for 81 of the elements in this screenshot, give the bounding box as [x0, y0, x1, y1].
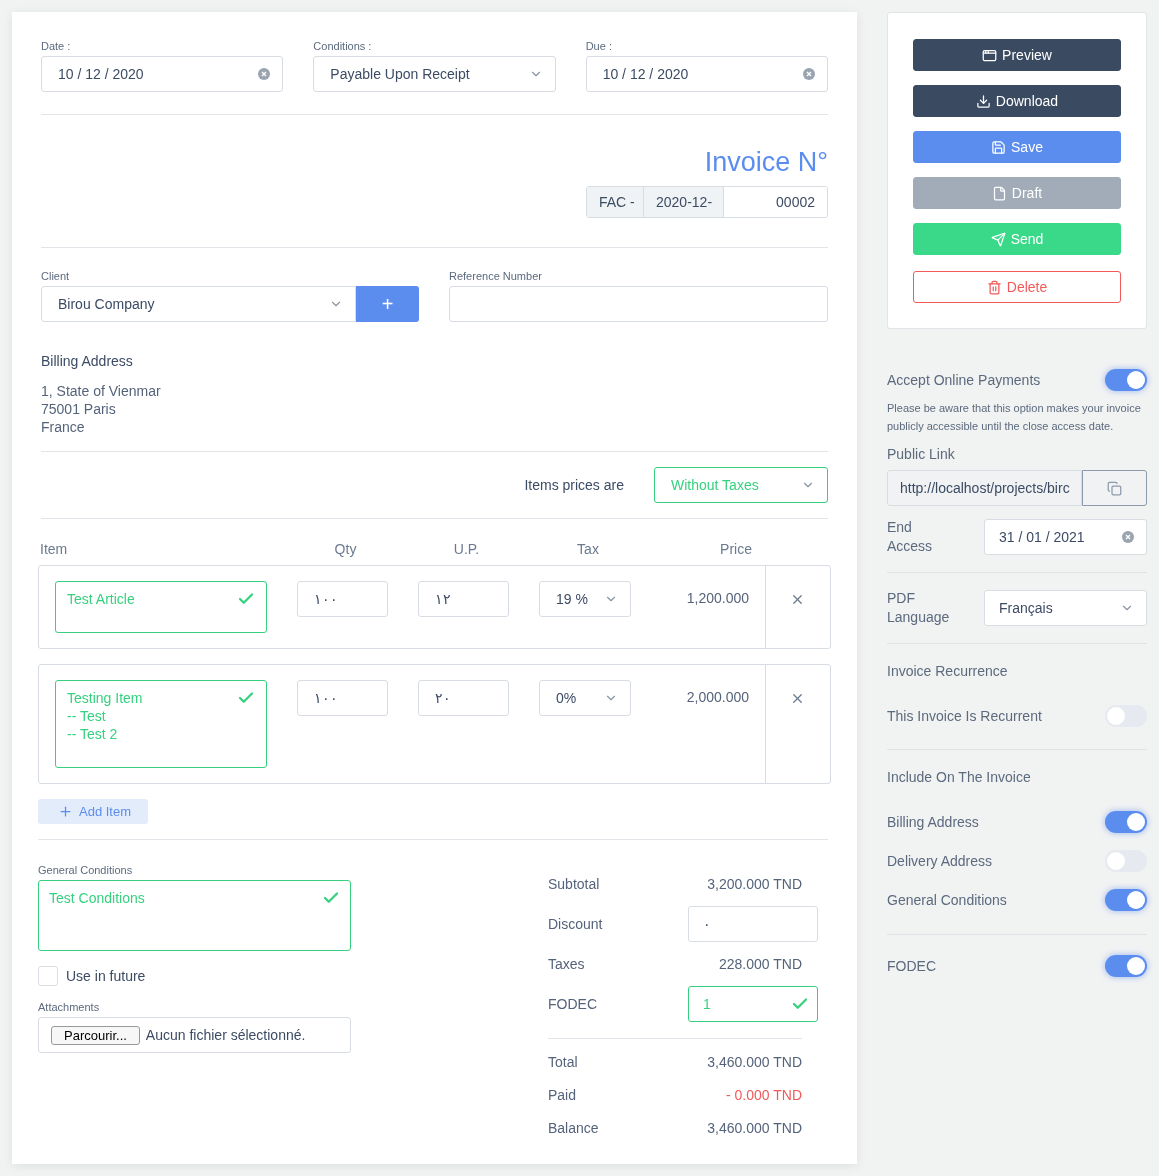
clear-icon[interactable] [803, 68, 815, 80]
column-header: Tax [577, 541, 599, 558]
column-header: Price [720, 541, 752, 558]
setting-label: End Access [887, 518, 934, 556]
tax-select[interactable]: 19 % [539, 581, 631, 618]
prices-label: Items prices are [524, 476, 624, 495]
setting-label: Accept Online Payments [887, 370, 1041, 390]
client-select[interactable]: Birou Company [41, 286, 356, 323]
total-value: 3,460.000 TND [706, 1053, 803, 1070]
setting-label: Billing Address [887, 812, 979, 832]
quantity-field[interactable]: ١٠٠ [297, 680, 388, 717]
toggle-switch[interactable] [1105, 369, 1147, 391]
setting-label: General Conditions [887, 890, 1007, 910]
plus-icon [58, 804, 73, 820]
column-header: Qty [334, 541, 357, 558]
field-label: Reference Number [449, 270, 543, 283]
toggle-switch[interactable] [1105, 955, 1147, 977]
total-value: - 0.000 TND [725, 1086, 803, 1103]
copy-button[interactable] [1082, 470, 1147, 506]
quantity-field[interactable]: ١٠٠ [297, 581, 388, 618]
field-label: Due : [585, 40, 613, 52]
window-icon [982, 47, 998, 63]
column-header: Item [40, 541, 68, 558]
file-field[interactable]: Parcourir... Aucun fichier sélectionné. [38, 1017, 351, 1053]
document-icon [991, 185, 1007, 201]
toggle-switch[interactable] [1105, 850, 1147, 872]
toggle-switch[interactable] [1105, 811, 1147, 833]
send-icon [990, 231, 1006, 247]
total-label: Taxes [548, 955, 586, 974]
unit-price-field[interactable]: ١٢ [418, 581, 509, 618]
field-label: Conditions : [313, 40, 373, 52]
checkbox-label: Use in future [66, 967, 146, 985]
invoice-title: Invoice N° [704, 147, 828, 178]
total-label: Paid [548, 1085, 578, 1105]
download-button[interactable]: Download [913, 85, 1121, 117]
total-value: 3,460.000 TND [706, 1119, 803, 1136]
setting-label: Delivery Address [887, 851, 993, 871]
browse-button[interactable]: Parcourir... [51, 1025, 140, 1045]
setting-label: Public Link [887, 445, 956, 464]
setting-label: This Invoice Is Recurrent [887, 706, 1042, 726]
setting-label: FODEC [887, 956, 936, 976]
clear-icon[interactable] [258, 68, 271, 80]
address-line: 1, State of Vienmar [41, 382, 162, 401]
info-note: Please be aware that this option makes your invoice publicly accessible until the close access date. [887, 401, 1142, 434]
billing-address-title: Billing Address [41, 352, 134, 371]
section-title: Invoice Recurrence [887, 662, 1009, 681]
unit-price-field[interactable]: ٢٠ [418, 680, 509, 717]
language-select[interactable]: Français [984, 590, 1147, 626]
copy-icon [1107, 480, 1122, 496]
date-field[interactable]: 10 / 12 / 2020 [41, 56, 284, 92]
field-label: Date : [41, 40, 72, 52]
date-field[interactable]: 10 / 12 / 2020 [585, 56, 828, 92]
total-label: Balance [548, 1118, 600, 1138]
total-label: Total [548, 1052, 579, 1072]
checkbox[interactable] [38, 966, 58, 986]
public-link-field[interactable]: http://localhost/projects/birc [887, 470, 1082, 506]
conditions-select[interactable]: Payable Upon Receipt [313, 56, 556, 92]
tax-select[interactable]: 0% [539, 680, 631, 717]
address-line: 75001 Paris [41, 400, 117, 419]
field-label: Attachments [38, 1001, 101, 1013]
toggle-switch[interactable] [1105, 705, 1147, 727]
total-value: 3,200.000 TND [706, 876, 803, 892]
total-label: Subtotal [548, 875, 601, 894]
total-value: 228.000 TND [718, 956, 803, 972]
field-label: Client [41, 270, 71, 283]
field-label: General Conditions [38, 864, 134, 876]
preview-button[interactable]: Preview [913, 39, 1121, 71]
address-line: France [41, 418, 86, 437]
download-icon [975, 93, 991, 109]
item-price: 1,200.000 [685, 589, 749, 607]
column-header: U.P. [453, 541, 480, 558]
date-field[interactable]: 31 / 01 / 2021 [984, 519, 1147, 555]
section-title: Include On The Invoice [887, 768, 1032, 787]
amount-field[interactable]: ٠ [688, 906, 818, 942]
clear-icon[interactable] [1122, 531, 1134, 543]
item-price: 2,000.000 [685, 688, 749, 706]
total-label: FODEC [548, 995, 598, 1014]
trash-icon [986, 279, 1002, 295]
total-label: Discount [548, 915, 604, 934]
setting-label: PDF Language [887, 589, 951, 627]
toggle-switch[interactable] [1105, 889, 1147, 911]
